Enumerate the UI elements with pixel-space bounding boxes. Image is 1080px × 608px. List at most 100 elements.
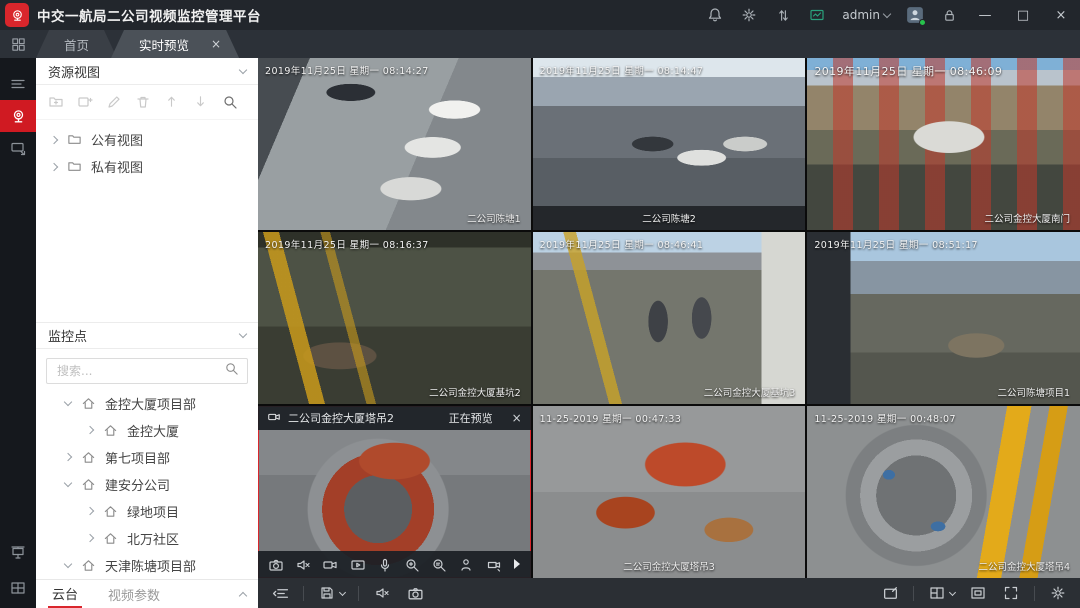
video-cell[interactable]: 2019年11月25日 星期一 08:14:27 二公司陈塘1 <box>258 58 531 230</box>
resource-toolbar <box>36 85 258 120</box>
settings-gear-icon[interactable] <box>740 6 758 24</box>
video-cell[interactable]: 11-25-2019 星期一 00:47:33 二公司金控大厦塔吊3 <box>533 406 806 578</box>
snapshot-all-camera-icon[interactable] <box>405 583 425 603</box>
video-cell[interactable]: 2019年11月25日 星期一 08:14:47 二公司陈塘2 <box>533 58 806 230</box>
playback-icon[interactable] <box>349 555 367 574</box>
timestamp-overlay: 2019年11月25日 星期一 08:51:17 <box>814 237 978 251</box>
stream-switch-icon[interactable] <box>774 6 792 24</box>
fullscreen-icon[interactable] <box>1001 583 1021 603</box>
edit-icon[interactable] <box>106 94 122 110</box>
title-bar: 中交一航局二公司视频监控管理平台 admin <box>0 0 1080 30</box>
resource-view-title: 资源视图 <box>48 62 100 81</box>
video-cell[interactable]: 11-25-2019 星期一 00:48:07 二公司金控大厦塔吊4 <box>807 406 1080 578</box>
chevron-right-icon <box>50 135 58 143</box>
goto-position-icon[interactable] <box>457 555 475 574</box>
folder-icon <box>67 159 82 174</box>
tree-item-public-views[interactable]: 公有视图 <box>36 126 258 153</box>
tree-item-label: 金控大厦项目部 <box>105 394 196 413</box>
resource-view-header[interactable]: 资源视图 <box>36 58 258 85</box>
online-status-dot <box>919 19 926 26</box>
close-all-streams-icon[interactable] <box>270 583 290 603</box>
lock-screen-icon[interactable] <box>940 6 958 24</box>
tree-item-site[interactable]: 天津陈塘项目部 <box>36 552 258 579</box>
video-cell[interactable]: 2019年11月25日 星期一 08:46:09 二公司金控大厦南门 <box>807 58 1080 230</box>
app-title: 中交一航局二公司视频监控管理平台 <box>37 5 261 25</box>
video-cell[interactable]: 2019年11月25日 星期一 08:46:41 二公司金控大厦基坑3 <box>533 232 806 404</box>
microphone-icon[interactable] <box>376 555 394 574</box>
view-config-icon[interactable] <box>0 132 36 164</box>
video-cell-selected[interactable]: 二公司金控大厦塔吊2 正在预览 × <box>258 406 531 578</box>
3d-zoom-icon[interactable] <box>430 555 448 574</box>
tree-item-site[interactable]: 北万社区 <box>36 525 258 552</box>
tree-item-site[interactable]: 绿地项目 <box>36 498 258 525</box>
divider <box>303 586 304 601</box>
move-up-icon[interactable] <box>164 94 180 110</box>
save-view-button[interactable] <box>317 583 345 603</box>
maximize-button[interactable]: □ <box>1012 8 1034 23</box>
add-view-icon[interactable] <box>77 94 93 110</box>
apps-grid-icon[interactable] <box>0 30 36 58</box>
record-video-icon[interactable] <box>321 555 339 574</box>
move-down-icon[interactable] <box>193 94 209 110</box>
digital-zoom-icon[interactable] <box>403 555 421 574</box>
search-input[interactable] <box>55 363 224 379</box>
projection-screen-icon[interactable] <box>0 536 36 568</box>
delete-trash-icon[interactable] <box>135 94 151 110</box>
close-all-windows-icon[interactable] <box>880 583 900 603</box>
cell-close-icon[interactable]: × <box>512 411 522 425</box>
save-floppy-icon <box>317 583 337 603</box>
tab-live-label: 实时预览 <box>139 35 189 54</box>
settings-gear-icon[interactable] <box>1048 583 1068 603</box>
timestamp-overlay: 11-25-2019 星期一 00:47:33 <box>540 411 682 425</box>
mute-speaker-icon[interactable] <box>294 555 312 574</box>
chevron-down-icon <box>64 397 72 405</box>
tree-item-site[interactable]: 金控大厦项目部 <box>36 390 258 417</box>
video-cell[interactable]: 2019年11月25日 星期一 08:51:17 二公司陈塘项目1 <box>807 232 1080 404</box>
app-logo-icon <box>5 3 29 27</box>
ptz-control-icon[interactable] <box>485 555 503 574</box>
close-button[interactable]: × <box>1050 8 1072 23</box>
tab-video-params[interactable]: 视频参数 <box>104 580 164 608</box>
camera-name-overlay: 二公司陈塘1 <box>467 211 521 225</box>
menu-hamburger-icon[interactable] <box>0 68 36 100</box>
tab-ptz[interactable]: 云台 <box>48 580 82 608</box>
minimize-button[interactable]: — <box>974 8 996 23</box>
live-view-camera-icon[interactable] <box>0 100 36 132</box>
tab-live-preview[interactable]: 实时预览 × <box>111 30 239 58</box>
streaming-monitor-icon[interactable] <box>808 6 826 24</box>
app-window: 中交一航局二公司视频监控管理平台 admin <box>0 0 1080 608</box>
camera-name-overlay: 二公司金控大厦南门 <box>984 211 1070 225</box>
mute-all-speaker-icon[interactable] <box>372 583 392 603</box>
chevron-down-icon <box>239 65 247 73</box>
chevron-right-icon <box>64 453 72 461</box>
user-menu[interactable]: admin <box>842 8 890 22</box>
divider <box>913 586 914 601</box>
search-icon[interactable] <box>222 94 238 110</box>
tab-close-icon[interactable]: × <box>211 37 221 51</box>
monitor-points-header[interactable]: 监控点 <box>36 322 258 349</box>
more-tools-arrow-icon[interactable] <box>512 555 522 574</box>
tree-item-site[interactable]: 建安分公司 <box>36 471 258 498</box>
video-cell[interactable]: 2019年11月25日 星期一 08:16:37 二公司金控大厦基坑2 <box>258 232 531 404</box>
tree-item-site[interactable]: 金控大厦 <box>36 417 258 444</box>
avatar[interactable] <box>906 6 924 24</box>
single-view-icon[interactable] <box>968 583 988 603</box>
tree-item-site[interactable]: 第七项目部 <box>36 444 258 471</box>
notifications-bell-icon[interactable] <box>706 6 724 24</box>
home-icon <box>103 423 118 438</box>
chevron-down-icon <box>883 9 891 17</box>
video-wall-icon[interactable] <box>0 572 36 604</box>
search-icon[interactable] <box>224 361 239 380</box>
camera-name-overlay: 二公司金控大厦基坑3 <box>704 385 796 399</box>
chevron-right-icon <box>86 534 94 542</box>
snapshot-camera-icon[interactable] <box>267 555 285 574</box>
tab-home[interactable]: 首页 <box>36 30 117 58</box>
chevron-right-icon <box>86 426 94 434</box>
home-icon <box>81 396 96 411</box>
chevron-down-icon <box>949 588 956 595</box>
tree-item-private-views[interactable]: 私有视图 <box>36 153 258 180</box>
grid-layout-selector[interactable] <box>927 583 955 603</box>
add-folder-icon[interactable] <box>48 94 64 110</box>
collapse-panel-icon[interactable] <box>240 580 246 608</box>
divider <box>1034 586 1035 601</box>
